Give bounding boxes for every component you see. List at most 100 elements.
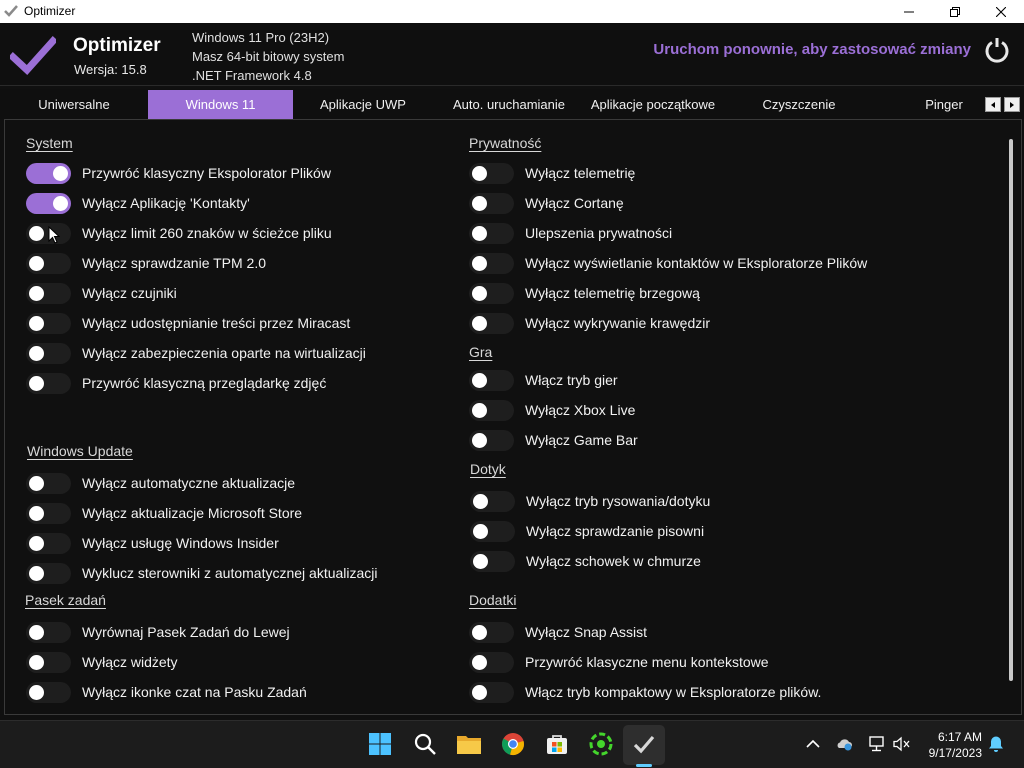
toggle-switch[interactable] [26,562,71,584]
scrollbar-thumb[interactable] [1009,139,1013,681]
setting-label[interactable]: Wyłącz widżety [82,654,178,670]
clock-date: 9/17/2023 [928,746,982,760]
notification-bell-icon[interactable] [987,735,1005,753]
toggle-switch[interactable] [469,162,514,184]
setting-label[interactable]: Ulepszenia prywatności [525,225,672,241]
toggle-switch[interactable] [469,681,514,703]
tab-scroll-left-button[interactable] [985,97,1001,112]
toggle-switch[interactable] [469,312,514,334]
toggle-switch[interactable] [26,282,71,304]
setting-label[interactable]: Wyklucz sterowniki z automatycznej aktua… [82,565,378,581]
windows-start-icon[interactable] [367,731,393,757]
maximize-button[interactable] [932,0,978,23]
toggle-switch[interactable] [26,372,71,394]
tab-cleanup[interactable]: Czyszczenie [734,90,864,119]
setting-label[interactable]: Wyłącz telemetrię [525,165,635,181]
tab-universal[interactable]: Uniwersalne [4,90,144,119]
toggle-switch[interactable] [469,282,514,304]
toggle-switch[interactable] [26,342,71,364]
search-icon[interactable] [412,731,438,757]
minimize-icon [904,11,914,12]
toggle-knob [29,255,44,271]
toggle-switch[interactable] [26,502,71,524]
arrow-right-icon [1010,101,1014,108]
file-explorer-icon[interactable] [456,731,482,757]
toggle-switch[interactable] [469,651,514,673]
setting-label[interactable]: Wyłącz wykrywanie krawędzir [525,315,710,331]
toggle-knob [29,475,44,491]
tab-pinger[interactable]: Pinger [904,90,984,119]
vertical-scrollbar[interactable] [1005,133,1017,713]
tab-startup-apps[interactable]: Aplikacje początkowe [580,90,726,119]
volume-muted-icon[interactable] [893,735,911,753]
setting-label[interactable]: Wyłącz Game Bar [525,432,638,448]
restart-icon[interactable] [983,37,1011,65]
toggle-switch[interactable] [26,472,71,494]
setting-label[interactable]: Przywróć klasyczny Ekspolorator Plików [82,165,331,181]
restart-notice[interactable]: Uruchom ponownie, aby zastosować zmiany [653,41,971,58]
toggle-switch[interactable] [26,651,71,673]
toggle-switch[interactable] [26,532,71,554]
setting-label[interactable]: Wyłącz sprawdzanie TPM 2.0 [82,255,266,271]
toggle-switch[interactable] [469,429,514,451]
setting-label[interactable]: Wyłącz telemetrię brzegową [525,285,700,301]
setting-label[interactable]: Wyłącz limit 260 znaków w ścieżce pliku [82,225,332,241]
tab-autostart[interactable]: Auto. uruchamianie [440,90,578,119]
toggle-switch[interactable] [26,312,71,334]
toggle-switch[interactable] [469,222,514,244]
setting-label[interactable]: Wyłącz zabezpieczenia oparte na wirtuali… [82,345,366,361]
tab-scroll-right-button[interactable] [1004,97,1020,112]
razer-icon[interactable] [588,731,614,757]
taskbar-clock[interactable]: 6:17 AM 9/17/2023 [920,729,982,761]
minimize-button[interactable] [886,0,932,23]
toggle-switch[interactable] [26,252,71,274]
tab-uwp-apps[interactable]: Aplikacje UWP [296,90,430,119]
microsoft-store-icon[interactable] [544,731,570,757]
arrow-left-icon [991,101,995,108]
setting-label[interactable]: Wyłącz sprawdzanie pisowni [526,523,704,539]
setting-row-game: Wyłącz Xbox Live [469,398,635,422]
toggle-switch[interactable] [470,550,515,572]
windows-taskbar: 6:17 AM 9/17/2023 [0,720,1024,768]
close-button[interactable] [978,0,1024,23]
onedrive-icon[interactable] [835,735,853,753]
toggle-switch[interactable] [469,399,514,421]
setting-label[interactable]: Wyłącz tryb rysowania/dotyku [526,493,710,509]
setting-label[interactable]: Włącz tryb gier [525,372,618,388]
setting-label[interactable]: Wyłącz Cortanę [525,195,624,211]
setting-label[interactable]: Przywróć klasyczną przeglądarkę zdjęć [82,375,326,391]
setting-row-windows-update: Wyklucz sterowniki z automatycznej aktua… [26,561,378,585]
setting-label[interactable]: Przywróć klasyczne menu kontekstowe [525,654,769,670]
section-title-windows-update: Windows Update [27,443,133,459]
setting-label[interactable]: Wyłącz Snap Assist [525,624,647,640]
chevron-up-icon[interactable] [804,735,822,753]
setting-label[interactable]: Wyłącz Xbox Live [525,402,635,418]
toggle-switch[interactable] [26,681,71,703]
setting-label[interactable]: Wyłącz usługę Windows Insider [82,535,279,551]
setting-label[interactable]: Wyłącz wyświetlanie kontaktów w Eksplora… [525,255,867,271]
setting-label[interactable]: Wyłącz ikonke czat na Pasku Zadań [82,684,307,700]
setting-label[interactable]: Wyłącz schowek w chmurze [526,553,701,569]
setting-label[interactable]: Wyłącz automatyczne aktualizacje [82,475,295,491]
toggle-switch[interactable] [470,490,515,512]
setting-label[interactable]: Wyłącz czujniki [82,285,177,301]
setting-label[interactable]: Włącz tryb kompaktowy w Eksploratorze pl… [525,684,821,700]
setting-label[interactable]: Wyrównaj Pasek Zadań do Lewej [82,624,290,640]
toggle-switch[interactable] [26,621,71,643]
setting-label[interactable]: Wyłącz udostępnianie treści przez Miraca… [82,315,350,331]
toggle-switch[interactable] [469,252,514,274]
setting-label[interactable]: Wyłącz aktualizacje Microsoft Store [82,505,302,521]
toggle-switch[interactable] [26,162,71,184]
chrome-icon[interactable] [500,731,526,757]
toggle-knob [472,255,487,271]
toggle-switch[interactable] [469,621,514,643]
toggle-switch[interactable] [469,192,514,214]
optimizer-taskbar-icon[interactable] [631,731,657,757]
network-icon[interactable] [868,735,886,753]
toggle-switch[interactable] [469,369,514,391]
setting-label[interactable]: Wyłącz Aplikację 'Kontakty' [82,195,250,211]
tab-windows-11[interactable]: Windows 11 [148,90,293,119]
toggle-switch[interactable] [470,520,515,542]
toggle-switch[interactable] [26,192,71,214]
toggle-knob [29,565,44,581]
